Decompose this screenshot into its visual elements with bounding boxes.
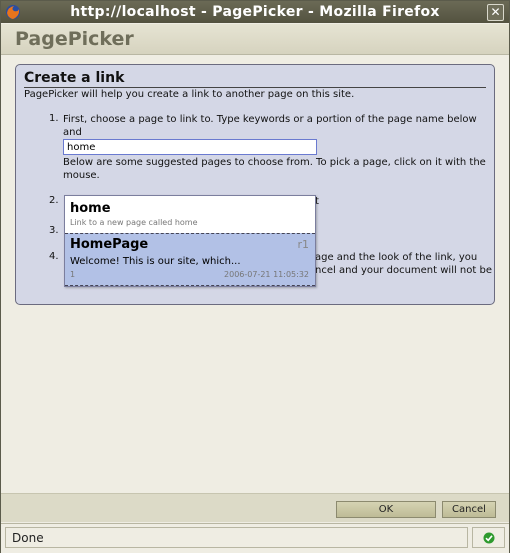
- suggestion-subtitle: Link to a new page called home: [70, 218, 198, 227]
- step-4-line2: ncel and your document will not be: [315, 265, 492, 276]
- suggestion-meta: 1: [70, 270, 76, 279]
- cancel-button[interactable]: Cancel: [442, 501, 496, 518]
- step-number: 1.: [49, 113, 59, 124]
- button-bar: OK Cancel: [1, 493, 509, 522]
- step-4-line1: age and the look of the link, you: [315, 252, 478, 263]
- suggestion-revision: r1: [297, 238, 309, 251]
- window-title: http://localhost - PagePicker - Mozilla …: [70, 4, 440, 20]
- window-titlebar[interactable]: http://localhost - PagePicker - Mozilla …: [1, 1, 509, 23]
- suggestions-hint-line2: mouse.: [63, 170, 100, 181]
- panel-description: PagePicker will help you create a link t…: [24, 89, 355, 100]
- suggestion-name: HomePage: [70, 237, 149, 252]
- close-icon[interactable]: ✕: [487, 4, 504, 21]
- suggestions-hint-line1: Below are some suggested pages to choose…: [63, 157, 486, 168]
- step-number: 2.: [49, 195, 59, 206]
- security-status: [472, 527, 505, 548]
- suggestion-snippet: Welcome! This is our site, which...: [70, 256, 241, 267]
- app-title: PagePicker: [15, 28, 134, 50]
- suggestion-item-new-page[interactable]: home Link to a new page called home: [65, 196, 315, 233]
- suggestion-date: 2006-07-21 11:05:32: [224, 270, 309, 279]
- browser-window: http://localhost - PagePicker - Mozilla …: [0, 0, 510, 553]
- app-header: PagePicker: [1, 24, 509, 55]
- suggestion-name: home: [70, 201, 111, 216]
- panel-heading: Create a link: [24, 70, 486, 88]
- dialog-content: Create a link PagePicker will help you c…: [1, 55, 509, 493]
- ok-button[interactable]: OK: [336, 501, 436, 518]
- suggestions-hint: Below are some suggested pages to choose…: [63, 156, 486, 182]
- page-search-input[interactable]: [63, 139, 317, 155]
- step-number: 3.: [49, 225, 59, 236]
- check-icon: [483, 532, 495, 544]
- step-number: 4.: [49, 251, 59, 262]
- step-1-line1: First, choose a page to link to. Type ke…: [63, 114, 477, 138]
- suggestion-item-homepage[interactable]: HomePage r1 Welcome! This is our site, w…: [65, 233, 315, 286]
- suggestions-dropdown: home Link to a new page called home Home…: [64, 195, 316, 287]
- create-link-panel: Create a link PagePicker will help you c…: [15, 64, 495, 305]
- step-4-tail: age and the look of the link, you ncel a…: [315, 251, 492, 277]
- status-bar: Done: [1, 523, 509, 553]
- status-text: Done: [5, 527, 468, 548]
